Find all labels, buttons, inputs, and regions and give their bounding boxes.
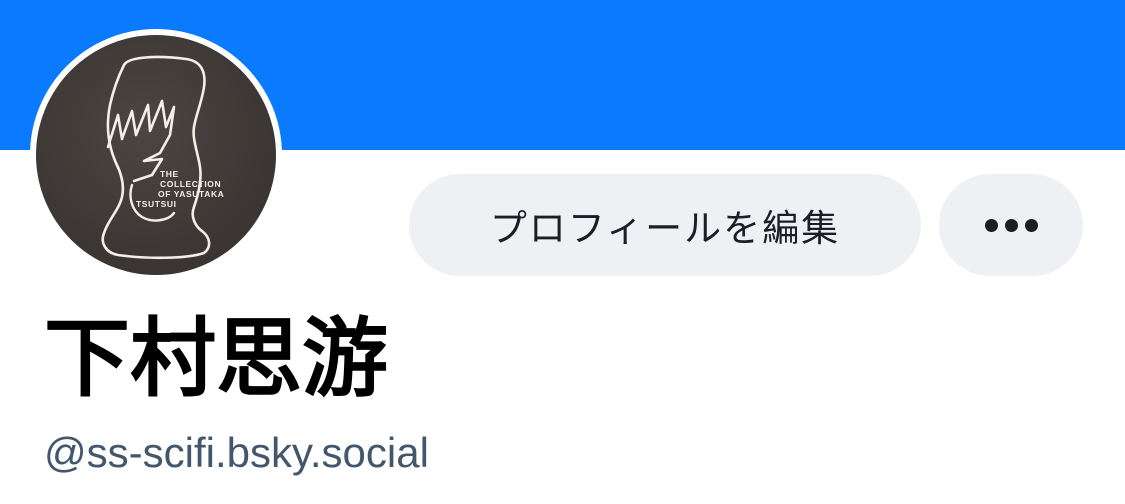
display-name: 下村思游 bbox=[44, 309, 388, 409]
more-options-button[interactable] bbox=[939, 174, 1083, 276]
ellipsis-dot bbox=[1004, 218, 1018, 232]
ellipsis-dot bbox=[984, 218, 998, 232]
ellipsis-icon bbox=[984, 218, 1038, 232]
ellipsis-dot bbox=[1024, 218, 1038, 232]
user-handle: @ss-scifi.bsky.social bbox=[44, 429, 429, 476]
tsutsui-logo-icon: THE COLLECTION OF YASUTAKA TSUTSUI bbox=[101, 55, 224, 260]
logo-text-line: OF YASUTAKA bbox=[158, 189, 224, 199]
logo-text-line: TSUTSUI bbox=[136, 199, 177, 209]
logo-text-line: COLLECTION bbox=[160, 179, 221, 189]
avatar-image: THE COLLECTION OF YASUTAKA TSUTSUI bbox=[36, 35, 276, 275]
avatar[interactable]: THE COLLECTION OF YASUTAKA TSUTSUI bbox=[30, 29, 282, 281]
logo-text-line: THE bbox=[160, 169, 179, 179]
edit-profile-button[interactable]: プロフィールを編集 bbox=[409, 174, 921, 276]
